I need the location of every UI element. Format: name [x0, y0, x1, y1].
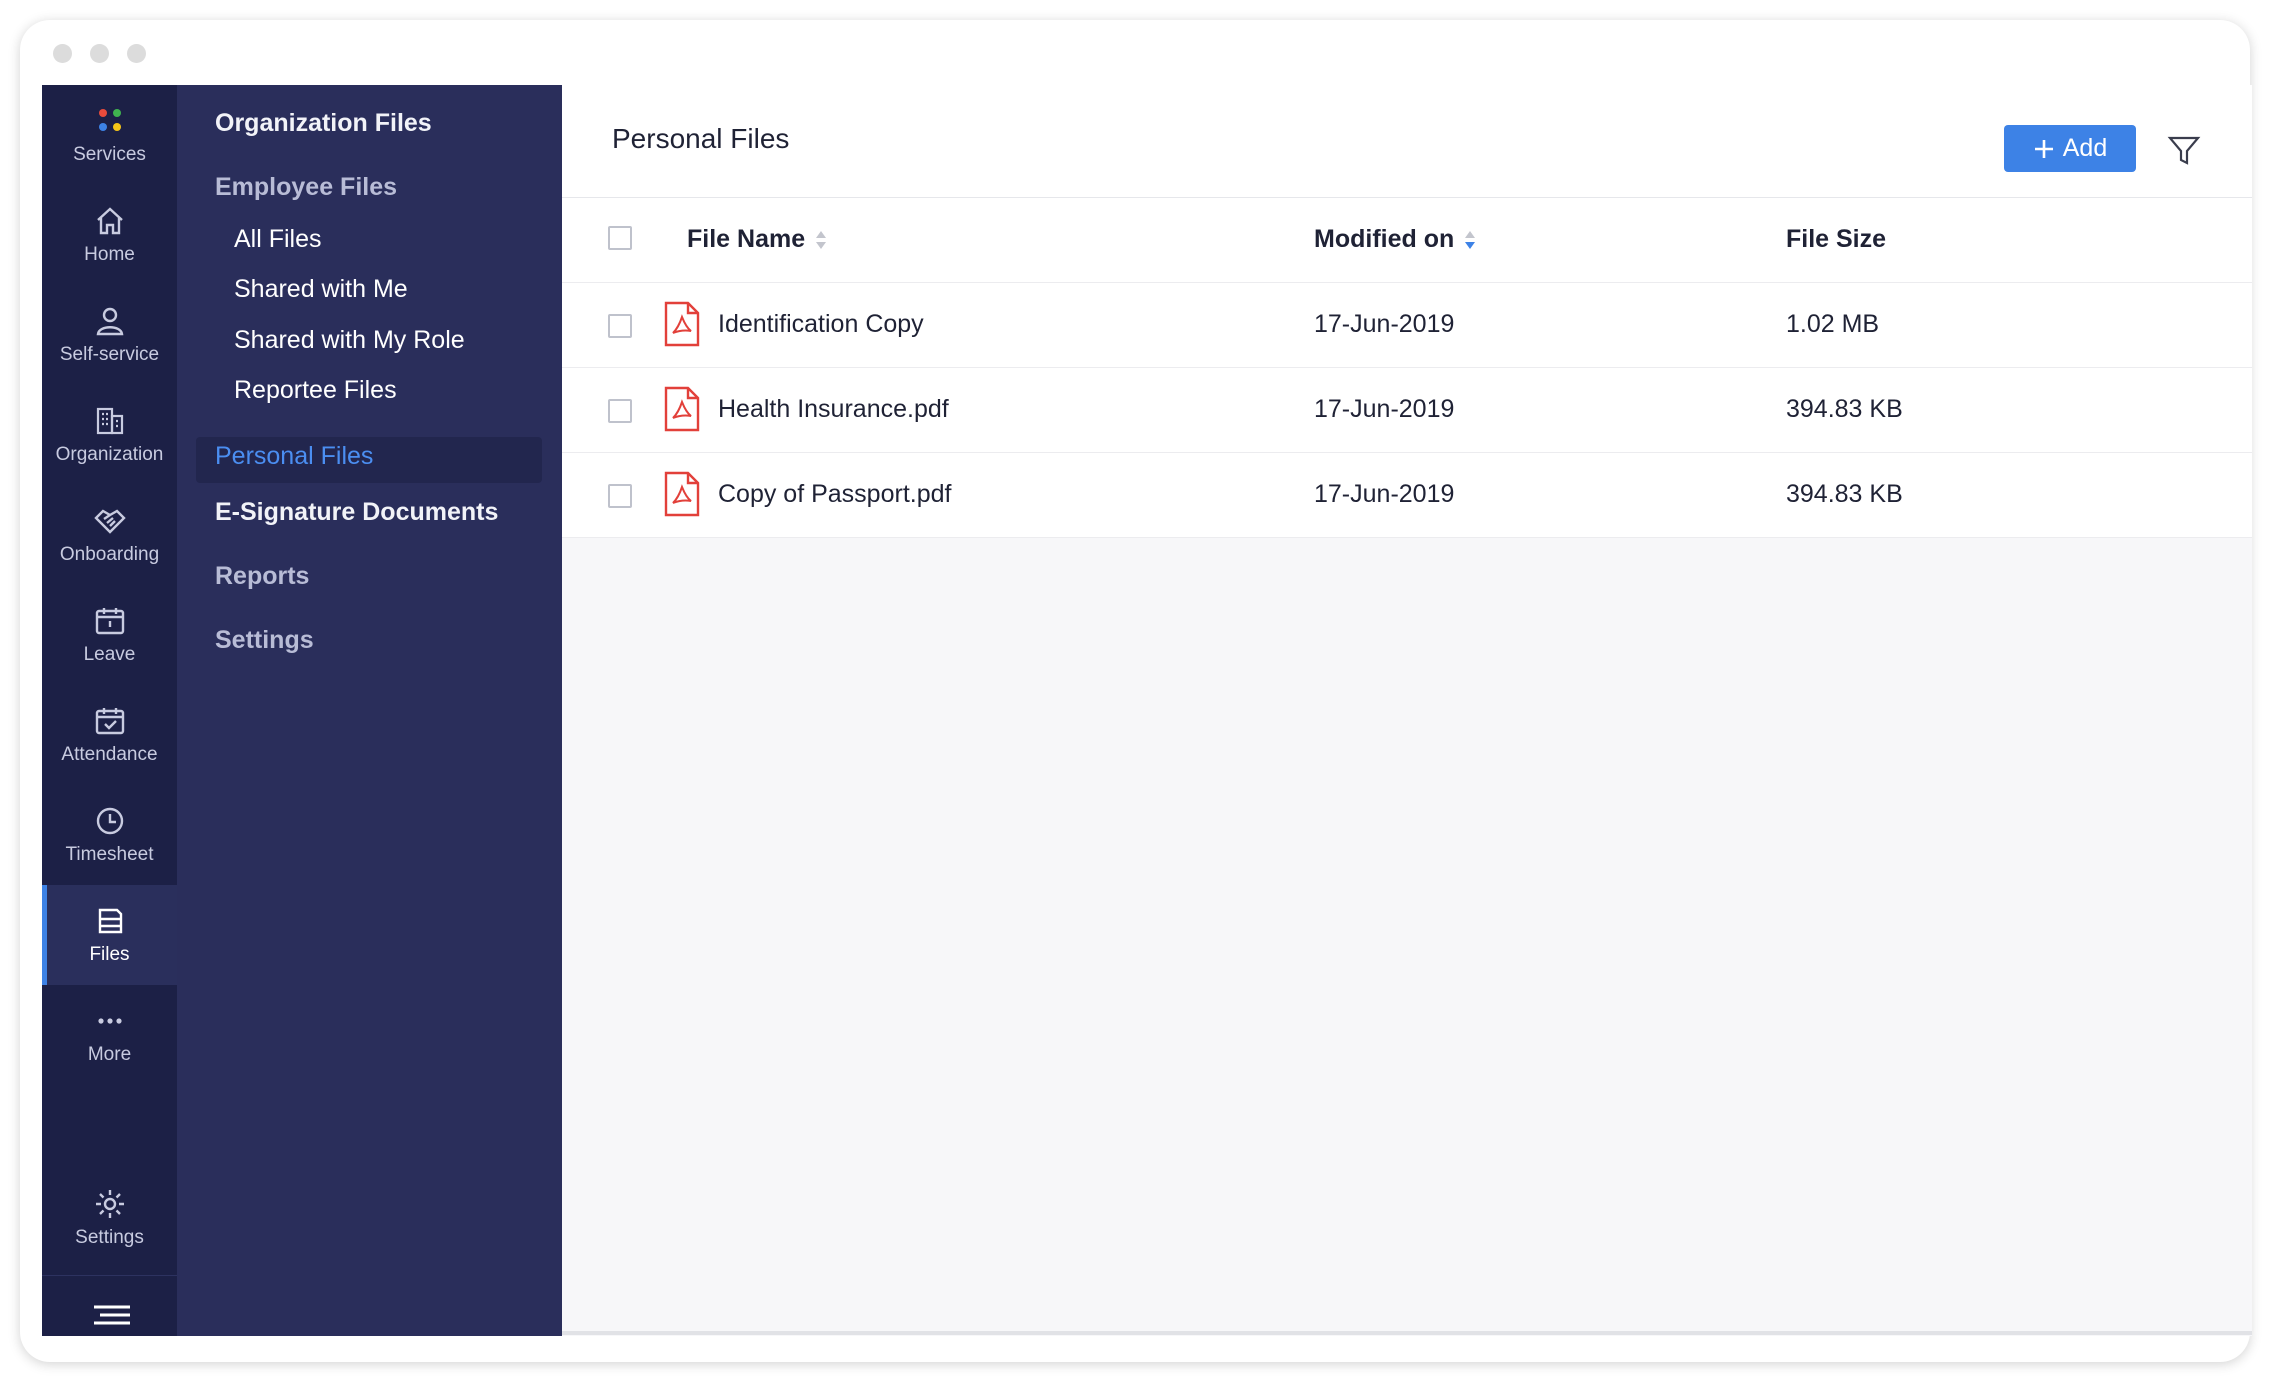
column-label: Modified on	[1314, 225, 1455, 253]
rail-item-attendance[interactable]: Attendance	[42, 685, 177, 785]
content-bottom-border	[562, 1331, 2252, 1335]
rail-item-services[interactable]: Services	[42, 85, 177, 185]
rail-label: Home	[84, 244, 135, 265]
subnav-reports[interactable]: Reports	[215, 562, 309, 591]
rail-divider	[42, 1275, 177, 1276]
column-file-name[interactable]: File Name	[687, 225, 827, 254]
file-modified-date: 17-Jun-2019	[1314, 480, 1455, 508]
rail-label: Attendance	[61, 744, 158, 765]
rail-label: Self-service	[59, 344, 160, 365]
select-all-checkbox[interactable]	[608, 226, 632, 250]
pdf-file-icon	[664, 386, 700, 432]
handshake-icon	[93, 509, 126, 534]
files-subnav: Organization Files Employee Files All Fi…	[177, 85, 562, 1336]
rail-label: Files	[89, 944, 130, 965]
rail-item-home[interactable]: Home	[42, 185, 177, 285]
rail-label: Settings	[75, 1227, 144, 1248]
row-checkbox[interactable]	[608, 399, 632, 423]
rail-label: Organization	[55, 444, 164, 465]
pdf-file-icon	[664, 301, 700, 347]
subnav-settings[interactable]: Settings	[215, 626, 314, 655]
subnav-organization-files[interactable]: Organization Files	[215, 109, 432, 138]
file-name[interactable]: Health Insurance.pdf	[718, 395, 949, 424]
main-content: Personal Files Add File Name Modified on…	[562, 85, 2252, 1336]
window-minimize-dot[interactable]	[90, 44, 109, 63]
services-grid-icon	[98, 109, 121, 131]
subnav-all-files[interactable]: All Files	[234, 225, 322, 254]
clock-icon	[96, 807, 123, 835]
menu-collapse-icon[interactable]	[72, 1295, 147, 1335]
file-name[interactable]: Identification Copy	[718, 310, 924, 339]
content-header: Personal Files Add	[562, 85, 2252, 199]
file-size: 1.02 MB	[1786, 310, 1880, 338]
table-row[interactable]: Identification Copy 17-Jun-2019 1.02 MB	[562, 283, 2252, 368]
rail-item-onboarding[interactable]: Onboarding	[42, 485, 177, 585]
subnav-shared-with-my-role[interactable]: Shared with My Role	[234, 326, 465, 355]
column-file-size: File Size	[1786, 225, 1886, 254]
plus-icon	[2034, 139, 2053, 158]
window-maximize-dot[interactable]	[127, 44, 146, 63]
rail-item-files[interactable]: Files	[42, 885, 177, 985]
file-size: 394.83 KB	[1786, 395, 1903, 423]
filter-icon[interactable]	[2164, 130, 2204, 170]
column-label: File Name	[687, 225, 806, 253]
gear-icon	[95, 1190, 124, 1218]
rail-item-timesheet[interactable]: Timesheet	[42, 785, 177, 885]
home-icon	[96, 207, 123, 235]
files-icon	[98, 908, 122, 934]
app-window: Services Home Self-service Organization	[20, 20, 2252, 1362]
table-row[interactable]: Health Insurance.pdf 17-Jun-2019 394.83 …	[562, 368, 2252, 453]
sort-descending-icon[interactable]	[1464, 228, 1476, 252]
subnav-employee-files[interactable]: Employee Files	[215, 173, 397, 202]
subnav-personal-files[interactable]: Personal Files	[215, 442, 373, 471]
more-dots-icon	[97, 1018, 122, 1024]
rail-label: Leave	[83, 644, 136, 665]
building-icon	[96, 407, 123, 435]
rail-label: Onboarding	[59, 544, 160, 565]
add-button-label: Add	[2062, 134, 2108, 162]
calendar-check-icon	[95, 708, 124, 735]
add-button[interactable]: Add	[2004, 125, 2136, 172]
rail-item-more[interactable]: More	[42, 985, 177, 1085]
file-name[interactable]: Copy of Passport.pdf	[718, 480, 951, 509]
window-controls	[53, 44, 146, 63]
rail-item-organization[interactable]: Organization	[42, 385, 177, 485]
rail-item-settings[interactable]: Settings	[42, 1168, 177, 1268]
rail-label: More	[87, 1044, 132, 1065]
rail-item-self-service[interactable]: Self-service	[42, 285, 177, 385]
pdf-file-icon	[664, 471, 700, 517]
column-label: File Size	[1786, 225, 1887, 253]
page-title: Personal Files	[612, 123, 790, 154]
rail-label: Services	[73, 144, 146, 165]
window-close-dot[interactable]	[53, 44, 72, 63]
user-icon	[96, 307, 123, 336]
row-checkbox[interactable]	[608, 484, 632, 508]
subnav-esignature-documents[interactable]: E-Signature Documents	[215, 498, 498, 527]
table-row[interactable]: Copy of Passport.pdf 17-Jun-2019 394.83 …	[562, 453, 2252, 538]
subnav-reportee-files[interactable]: Reportee Files	[234, 376, 397, 405]
file-modified-date: 17-Jun-2019	[1314, 310, 1455, 338]
table-header: File Name Modified on File Size	[562, 198, 2252, 283]
row-checkbox[interactable]	[608, 314, 632, 338]
column-modified-on[interactable]: Modified on	[1314, 225, 1476, 254]
icon-rail: Services Home Self-service Organization	[42, 85, 177, 1336]
subnav-shared-with-me[interactable]: Shared with Me	[234, 275, 408, 304]
sort-icon[interactable]	[815, 228, 827, 252]
file-modified-date: 17-Jun-2019	[1314, 395, 1455, 423]
rail-label: Timesheet	[65, 844, 154, 865]
file-size: 394.83 KB	[1786, 480, 1903, 508]
rail-item-leave[interactable]: Leave	[42, 585, 177, 685]
calendar-icon	[95, 608, 124, 635]
